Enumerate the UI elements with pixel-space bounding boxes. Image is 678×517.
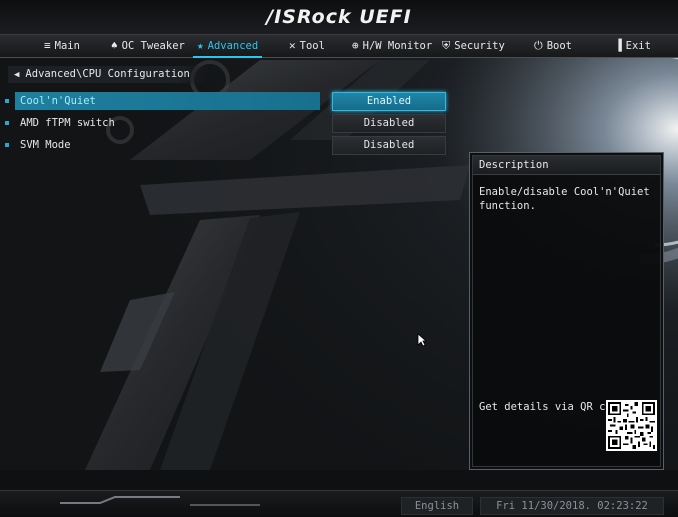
exit-door-icon: ▐ (615, 39, 622, 52)
setting-label: AMD fTPM switch (20, 117, 115, 129)
tab-boot[interactable]: ⏻ Boot (534, 37, 572, 55)
list-icon: ≡ (44, 39, 51, 52)
setting-row-cool-n-quiet[interactable]: Cool'n'Quiet Enabled (5, 92, 450, 111)
setting-value-dropdown[interactable]: Disabled (332, 136, 446, 155)
monitor-icon: ⊕ (352, 39, 359, 52)
tools-icon: ✕ (289, 39, 296, 52)
tab-label: H/W Monitor (362, 40, 433, 52)
description-text: Enable/disable Cool'n'Quiet function. (479, 186, 650, 212)
tab-label: Advanced (207, 40, 259, 52)
tab-label: Tool (299, 40, 325, 52)
shield-icon: ⛨ (442, 39, 451, 52)
tab-label: OC Tweaker (121, 40, 185, 52)
bullet-icon (5, 99, 9, 103)
tab-security[interactable]: ⛨ Security (442, 37, 505, 55)
main-menu-bar: ≡ Main ♠ OC Tweaker ★ Advanced ✕ Tool ⊕ H/W M… (0, 34, 678, 58)
description-panel: Description Enable/disable Cool'n'Quiet … (469, 152, 664, 470)
tab-exit[interactable]: ▐ Exit (615, 37, 651, 55)
rocket-icon: ♠ (111, 39, 118, 52)
tab-tool[interactable]: ✕ Tool (289, 37, 325, 55)
power-icon: ⏻ (534, 39, 543, 52)
breadcrumb-path: Advanced\CPU Configuration (25, 68, 190, 80)
description-title: Description (473, 156, 660, 175)
mouse-cursor-icon (417, 333, 427, 347)
status-footer: English Fri 11/30/2018. 02:23:22 (0, 490, 678, 517)
bullet-icon (5, 121, 9, 125)
footer-decoration (60, 496, 260, 506)
setting-row-amd-ftpm-switch[interactable]: AMD fTPM switch Disabled (5, 114, 450, 133)
setting-row-svm-mode[interactable]: SVM Mode Disabled (5, 136, 450, 155)
language-selector[interactable]: English (401, 497, 473, 515)
setting-value-dropdown[interactable]: Enabled (332, 92, 446, 111)
setting-label: Cool'n'Quiet (15, 92, 320, 110)
setting-value-dropdown[interactable]: Disabled (332, 114, 446, 133)
tab-label: Security (454, 40, 505, 52)
breadcrumb[interactable]: ◀ Advanced\CPU Configuration (8, 66, 208, 83)
tab-label: Boot (546, 40, 572, 52)
tab-advanced[interactable]: ★ Advanced (192, 37, 263, 58)
title-bar: /ISRock UEFI (0, 0, 678, 34)
qr-caption: Get details via QR code (479, 401, 625, 413)
date-time-display: Fri 11/30/2018. 02:23:22 (480, 497, 664, 515)
star-icon: ★ (197, 39, 204, 52)
tab-label: Exit (625, 40, 651, 52)
back-arrow-icon[interactable]: ◀ (14, 67, 19, 84)
bullet-icon (5, 143, 9, 147)
setting-label: SVM Mode (20, 139, 71, 151)
tab-main[interactable]: ≡ Main (44, 37, 80, 55)
asrock-uefi-logo: /ISRock UEFI (266, 6, 412, 28)
tab-label: Main (54, 40, 80, 52)
qr-code (606, 400, 657, 451)
tab-oc-tweaker[interactable]: ♠ OC Tweaker (111, 37, 185, 55)
tab-hw-monitor[interactable]: ⊕ H/W Monitor (352, 37, 432, 55)
